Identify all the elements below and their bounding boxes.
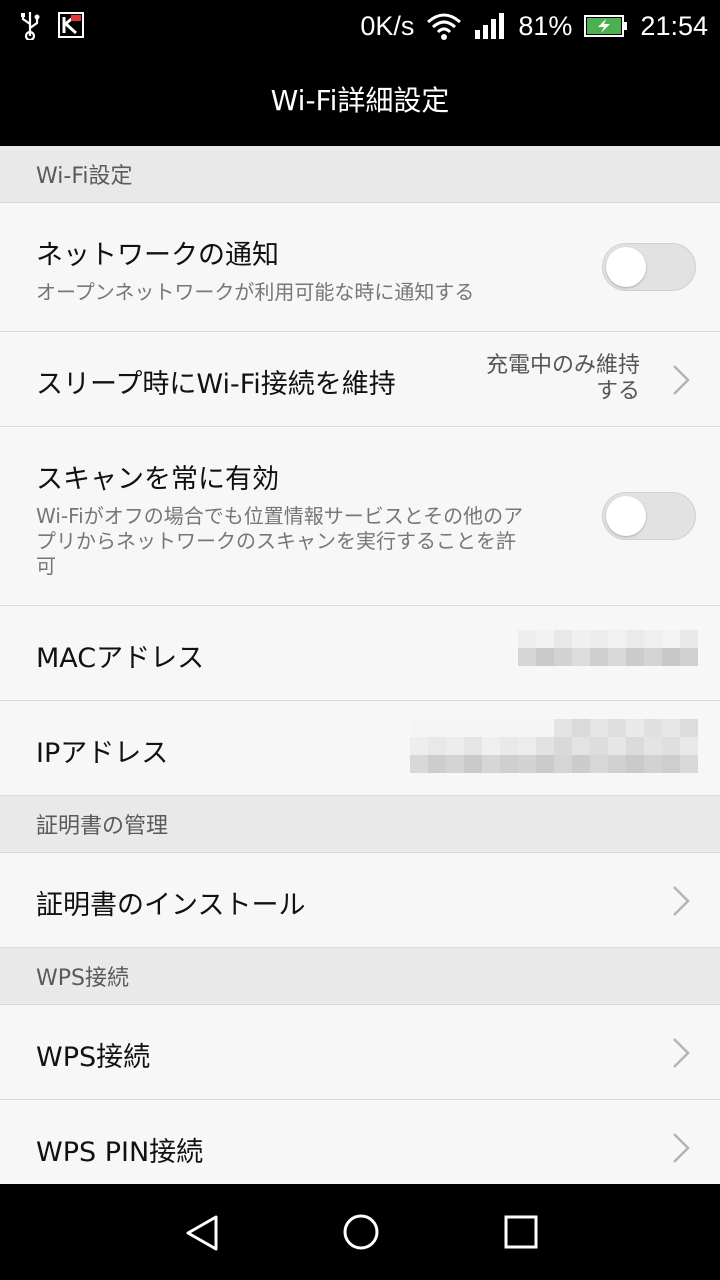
section-header-wps: WPS接続	[0, 948, 720, 1005]
subtitle-line: 可	[36, 554, 56, 578]
value-line: する	[595, 379, 640, 404]
row-title: WPS接続	[36, 1042, 151, 1073]
section-header-label: Wi-Fi設定	[36, 164, 133, 189]
toggle-knob	[606, 496, 646, 536]
status-bar: 0K/s 81% 21:54	[0, 0, 720, 52]
network-notification-toggle[interactable]	[602, 243, 696, 291]
battery-percent: 81%	[518, 10, 573, 41]
chevron-right-icon	[673, 1038, 690, 1068]
wps-connect-row[interactable]: WPS接続	[0, 1005, 720, 1100]
usb-icon	[21, 12, 40, 40]
chevron-right-icon	[673, 886, 690, 916]
value-line: 充電中のみ維持	[485, 353, 640, 378]
ip-address-row: IPアドレス	[0, 701, 720, 796]
clock: 21:54	[640, 10, 708, 41]
back-icon[interactable]	[182, 1213, 222, 1253]
always-scan-row[interactable]: スキャンを常に有効 Wi-Fiがオフの場合でも位置情報サービスとその他のア プリ…	[0, 427, 720, 606]
chevron-right-icon	[673, 365, 690, 395]
always-scan-toggle[interactable]	[602, 492, 696, 540]
row-subtitle: Wi-Fiがオフの場合でも位置情報サービスとその他のア プリからネットワークのス…	[36, 504, 576, 579]
app-notification-icon	[58, 12, 84, 38]
navigation-bar	[0, 1184, 720, 1280]
section-header-wifi: Wi-Fi設定	[0, 146, 720, 203]
row-title: スキャンを常に有効	[36, 464, 279, 495]
wifi-icon	[427, 13, 462, 40]
mac-address-row: MACアドレス	[0, 606, 720, 701]
row-title: WPS PIN接続	[36, 1137, 204, 1168]
home-icon[interactable]	[342, 1213, 380, 1251]
settings-list: Wi-Fi設定 ネットワークの通知 オープンネットワークが利用可能な時に通知する…	[0, 146, 720, 1184]
network-notification-row[interactable]: ネットワークの通知 オープンネットワークが利用可能な時に通知する	[0, 203, 720, 332]
keep-wifi-value: 充電中のみ維持 する	[486, 353, 640, 405]
chevron-right-icon	[673, 1133, 690, 1163]
battery-charging-icon	[584, 15, 628, 37]
section-header-certificates: 証明書の管理	[0, 796, 720, 853]
row-title: 証明書のインストール	[36, 890, 306, 921]
section-header-label: WPS接続	[36, 966, 129, 991]
toggle-knob	[606, 247, 646, 287]
recents-icon[interactable]	[504, 1215, 538, 1249]
subtitle-line: Wi-Fiがオフの場合でも位置情報サービスとその他のア	[36, 504, 524, 528]
network-speed: 0K/s	[360, 10, 415, 41]
app-bar: Wi-Fi詳細設定	[0, 52, 720, 146]
mac-address-value-redacted	[518, 630, 698, 666]
signal-icon	[475, 13, 505, 39]
ip-address-value-redacted	[410, 719, 698, 773]
install-certificates-row[interactable]: 証明書のインストール	[0, 853, 720, 948]
subtitle-line: プリからネットワークのスキャンを実行することを許	[36, 529, 516, 553]
keep-wifi-during-sleep-row[interactable]: スリープ時にWi-Fi接続を維持 充電中のみ維持 する	[0, 332, 720, 427]
wps-pin-connect-row[interactable]: WPS PIN接続	[0, 1100, 720, 1184]
page-title: Wi-Fi詳細設定	[270, 84, 450, 117]
section-header-label: 証明書の管理	[36, 814, 169, 839]
